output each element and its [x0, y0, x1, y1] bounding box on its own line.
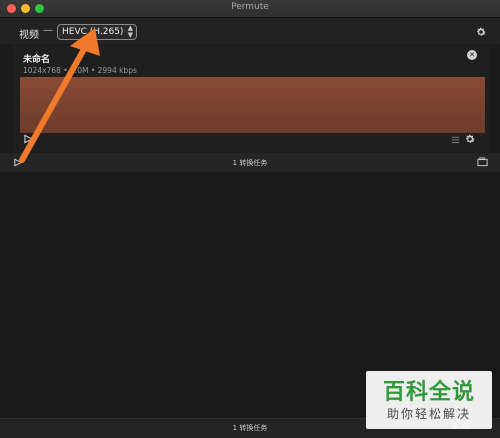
- job-settings-gear-icon[interactable]: [464, 133, 476, 145]
- status-text: 1 转换任务: [232, 159, 268, 167]
- settings-gear-icon[interactable]: [475, 26, 487, 38]
- window-titlebar: Permute: [0, 0, 500, 18]
- job-title: 未命名: [23, 55, 51, 65]
- select-arrows-icon: ▲ ▼: [127, 24, 133, 39]
- format-select[interactable]: HEVC (H.265) ▲ ▼: [57, 24, 137, 40]
- options-menu-icon[interactable]: [451, 135, 460, 144]
- category-label: 视频: [19, 30, 39, 41]
- play-preview-icon[interactable]: [24, 134, 33, 144]
- category-dash: —: [43, 25, 53, 36]
- output-folder-icon[interactable]: [477, 157, 488, 167]
- video-thumbnail: [20, 77, 485, 133]
- format-select-value: HEVC (H.265): [62, 27, 124, 37]
- window-title: Permute: [231, 2, 269, 12]
- job-meta: 1024x768 • 1.0M • 2994 kbps: [23, 66, 137, 75]
- remove-job-icon[interactable]: ✕: [467, 50, 477, 60]
- toolbar: 视频 — HEVC (H.265) ▲ ▼: [0, 18, 500, 44]
- watermark-logo: 百科全说 助你轻松解决: [366, 371, 492, 429]
- conversion-job-card[interactable]: 未命名 1024x768 • 1.0M • 2994 kbps ✕: [13, 45, 490, 152]
- watermark-main-text: 百科全说: [382, 380, 475, 405]
- watermark-sub-text: 助你轻松解决: [386, 407, 471, 421]
- status-bar: 1 转换任务: [0, 153, 500, 172]
